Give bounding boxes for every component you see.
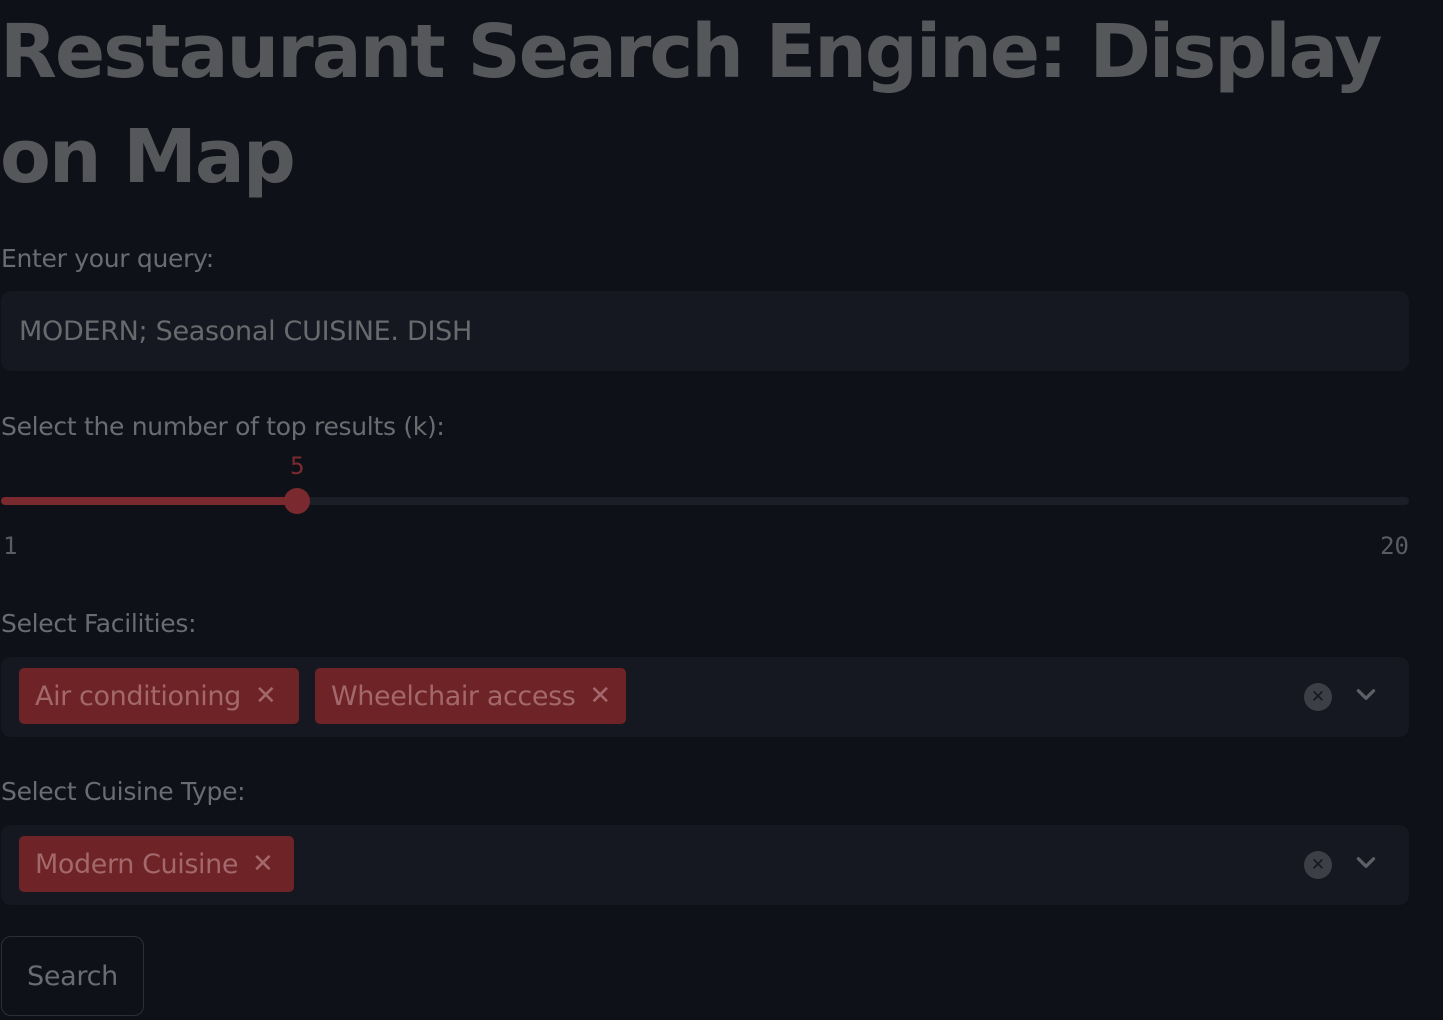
k-slider-max: 20 — [1380, 532, 1409, 560]
search-button[interactable]: Search — [1, 936, 144, 1016]
chevron-down-icon[interactable] — [1353, 681, 1379, 707]
facility-chip-label: Wheelchair access — [331, 680, 576, 712]
query-input[interactable] — [1, 291, 1409, 371]
chevron-down-icon[interactable] — [1353, 849, 1379, 875]
k-slider-fill — [1, 497, 298, 505]
app-page: Restaurant Search Engine: Display on Map… — [0, 0, 1443, 1020]
k-slider-value: 5 — [290, 452, 305, 480]
cuisine-chip: Modern Cuisine ✕ — [19, 836, 294, 892]
facility-chip: Air conditioning ✕ — [19, 668, 299, 724]
clear-circle-icon[interactable]: ✕ — [1304, 851, 1332, 879]
clear-circle-icon[interactable]: ✕ — [1304, 683, 1332, 711]
cuisine-label: Select Cuisine Type: — [1, 777, 246, 806]
cuisine-multiselect[interactable]: Modern Cuisine ✕ ✕ — [1, 825, 1409, 905]
k-slider-min: 1 — [3, 532, 18, 560]
cuisine-chip-label: Modern Cuisine — [35, 848, 239, 880]
close-icon[interactable]: ✕ — [252, 851, 274, 877]
k-slider[interactable]: 5 1 20 — [1, 450, 1409, 560]
k-slider-track[interactable] — [1, 497, 1409, 505]
close-icon[interactable]: ✕ — [589, 683, 611, 709]
page-title: Restaurant Search Engine: Display on Map — [0, 9, 1383, 200]
facility-chip: Wheelchair access ✕ — [315, 668, 626, 724]
query-label: Enter your query: — [1, 244, 214, 273]
facilities-label: Select Facilities: — [1, 609, 197, 638]
close-icon[interactable]: ✕ — [255, 683, 277, 709]
facility-chip-label: Air conditioning — [35, 680, 241, 712]
facilities-multiselect[interactable]: Air conditioning ✕ Wheelchair access ✕ ✕ — [1, 657, 1409, 737]
k-slider-label: Select the number of top results (k): — [1, 412, 445, 441]
k-slider-thumb[interactable] — [284, 488, 311, 514]
